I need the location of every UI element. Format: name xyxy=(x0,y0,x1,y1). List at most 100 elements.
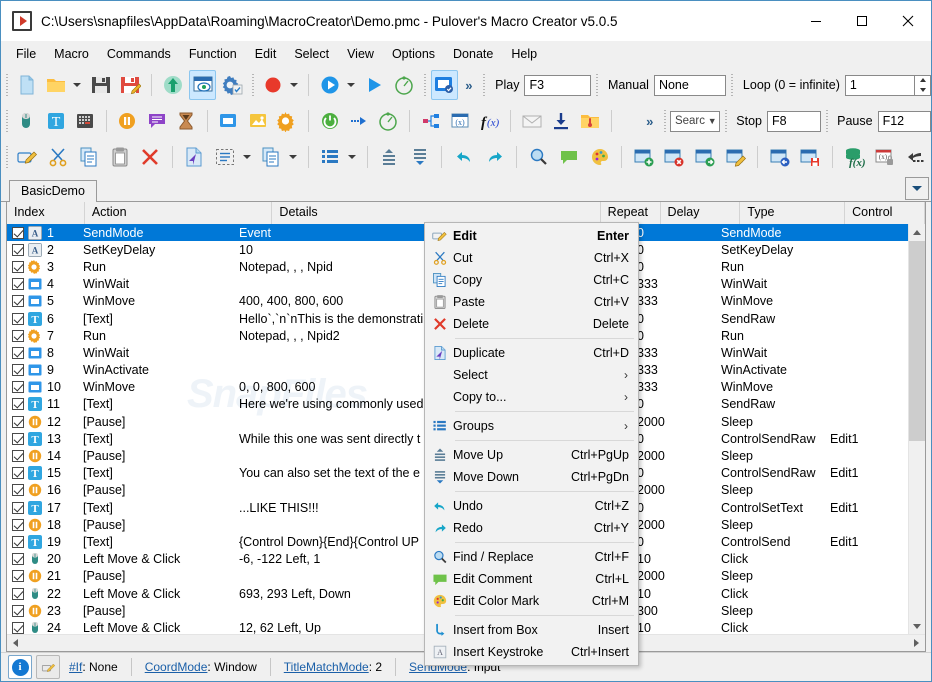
toolbar-overflow-chevron-icon[interactable]: » xyxy=(465,78,472,93)
row-checkbox[interactable] xyxy=(12,312,24,325)
column-header-action[interactable]: Action xyxy=(85,202,273,224)
paste-icon[interactable] xyxy=(105,142,134,172)
menu-edit[interactable]: Edit xyxy=(246,43,286,65)
menu-item-edit[interactable]: Edit Enter xyxy=(425,225,638,247)
toolbar-grip-5[interactable] xyxy=(595,74,599,96)
row-checkbox[interactable] xyxy=(12,450,24,463)
row-checkbox[interactable] xyxy=(12,535,24,548)
row-checkbox[interactable] xyxy=(12,381,24,394)
scroll-left-button[interactable] xyxy=(7,636,24,651)
toolbar-grip-3[interactable] xyxy=(422,74,427,96)
row-checkbox[interactable] xyxy=(12,553,24,566)
pause-command-icon[interactable] xyxy=(114,106,141,136)
toolbar-grip-4[interactable] xyxy=(482,74,487,96)
groups-icon[interactable] xyxy=(316,142,345,172)
move-down-icon[interactable] xyxy=(406,142,435,172)
maximize-button[interactable] xyxy=(839,1,885,41)
stop-hotkey-input[interactable]: F8 xyxy=(767,110,821,132)
column-header-index[interactable]: Index xyxy=(7,202,85,224)
row-checkbox[interactable] xyxy=(12,415,24,428)
branch-icon[interactable] xyxy=(417,106,444,136)
play-icon[interactable] xyxy=(316,70,344,100)
timer-icon[interactable] xyxy=(390,70,418,100)
undo-icon[interactable] xyxy=(449,142,478,172)
comment-icon[interactable] xyxy=(143,106,170,136)
column-header-details[interactable]: Details xyxy=(272,202,601,224)
loop-spin-down[interactable] xyxy=(915,85,930,95)
scroll-down-button[interactable] xyxy=(909,618,925,635)
download-icon[interactable] xyxy=(547,106,574,136)
copy-to-dropdown-icon[interactable] xyxy=(286,143,299,171)
toolbar-grip-2[interactable] xyxy=(251,74,255,96)
mouse-icon[interactable] xyxy=(13,106,40,136)
export-up-icon[interactable] xyxy=(159,70,187,100)
edit-color-mark-icon[interactable] xyxy=(585,142,614,172)
select-dropdown-icon[interactable] xyxy=(240,143,253,171)
hourglass-icon[interactable] xyxy=(172,106,199,136)
menu-file[interactable]: File xyxy=(7,43,45,65)
menu-item-find-replace[interactable]: Find / Replace Ctrl+F xyxy=(425,546,638,568)
search-combo[interactable]: Searc ▼ xyxy=(669,110,720,132)
keyboard-icon[interactable] xyxy=(71,106,98,136)
row-checkbox[interactable] xyxy=(12,329,24,342)
open-folder-icon[interactable] xyxy=(42,70,70,100)
status-titlematchmode-link[interactable]: TitleMatchMode xyxy=(284,660,369,674)
menu-function[interactable]: Function xyxy=(180,43,246,65)
goto-icon[interactable] xyxy=(345,106,372,136)
menu-item-copy[interactable]: Copy Ctrl+C xyxy=(425,269,638,291)
menu-item-insert-from-box[interactable]: Insert from Box Insert xyxy=(425,619,638,641)
scroll-right-button[interactable] xyxy=(908,636,925,651)
tab-list-dropdown[interactable] xyxy=(905,177,929,200)
prev-window-icon[interactable] xyxy=(765,142,794,172)
row-checkbox[interactable] xyxy=(12,260,24,273)
edit-status-button[interactable] xyxy=(36,655,60,679)
toolbar2-overflow-chevron-icon[interactable]: » xyxy=(646,114,653,129)
row-checkbox[interactable] xyxy=(12,570,24,583)
menu-item-insert-keystroke[interactable]: A Insert Keystroke Ctrl+Insert xyxy=(425,641,638,663)
close-button[interactable] xyxy=(885,1,931,41)
row-checkbox[interactable] xyxy=(12,346,24,359)
row-checkbox[interactable] xyxy=(12,243,24,256)
column-header-repeat[interactable]: Repeat xyxy=(601,202,661,224)
column-header-type[interactable]: Type xyxy=(740,202,846,224)
toolbar3-grip[interactable] xyxy=(5,146,9,168)
record-icon[interactable] xyxy=(259,70,287,100)
capture-window-icon[interactable] xyxy=(430,70,459,100)
play-fast-icon[interactable] xyxy=(361,70,389,100)
menu-commands[interactable]: Commands xyxy=(98,43,180,65)
database-function-icon[interactable]: f(x) xyxy=(840,142,869,172)
row-checkbox[interactable] xyxy=(12,278,24,291)
row-checkbox[interactable] xyxy=(12,621,24,634)
save-icon[interactable] xyxy=(87,70,115,100)
remove-window-icon[interactable] xyxy=(660,142,689,172)
save-window-icon[interactable] xyxy=(796,142,825,172)
window-command-icon[interactable] xyxy=(215,106,242,136)
menu-donate[interactable]: Donate xyxy=(444,43,502,65)
copy-icon[interactable] xyxy=(74,142,103,172)
loop-spinner[interactable] xyxy=(915,74,931,96)
menu-item-select[interactable]: Select › xyxy=(425,364,638,386)
menu-options[interactable]: Options xyxy=(383,43,444,65)
vertical-scroll-thumb[interactable] xyxy=(909,241,925,441)
copy-to-icon[interactable] xyxy=(257,142,286,172)
row-checkbox[interactable] xyxy=(12,364,24,377)
cut-icon[interactable] xyxy=(44,142,73,172)
find-replace-icon[interactable] xyxy=(524,142,553,172)
menu-item-duplicate[interactable]: Duplicate Ctrl+D xyxy=(425,342,638,364)
select-all-icon[interactable] xyxy=(210,142,239,172)
menu-view[interactable]: View xyxy=(338,43,383,65)
column-header-control[interactable]: Control xyxy=(845,202,925,224)
play-hotkey-input[interactable]: F3 xyxy=(524,74,592,96)
row-checkbox[interactable] xyxy=(12,604,24,617)
menu-item-move-down[interactable]: Move Down Ctrl+PgDn xyxy=(425,466,638,488)
groups-dropdown-icon[interactable] xyxy=(346,143,359,171)
menu-item-delete[interactable]: Delete Delete xyxy=(425,313,638,335)
menu-help[interactable]: Help xyxy=(502,43,546,65)
menu-item-groups[interactable]: Groups › xyxy=(425,415,638,437)
mail-icon[interactable] xyxy=(518,106,545,136)
loop-command-icon[interactable] xyxy=(316,106,343,136)
info-button[interactable]: i xyxy=(8,655,32,679)
text-command-icon[interactable]: T xyxy=(42,106,69,136)
edit-row-icon[interactable] xyxy=(13,142,42,172)
edit-window-icon[interactable] xyxy=(722,142,751,172)
